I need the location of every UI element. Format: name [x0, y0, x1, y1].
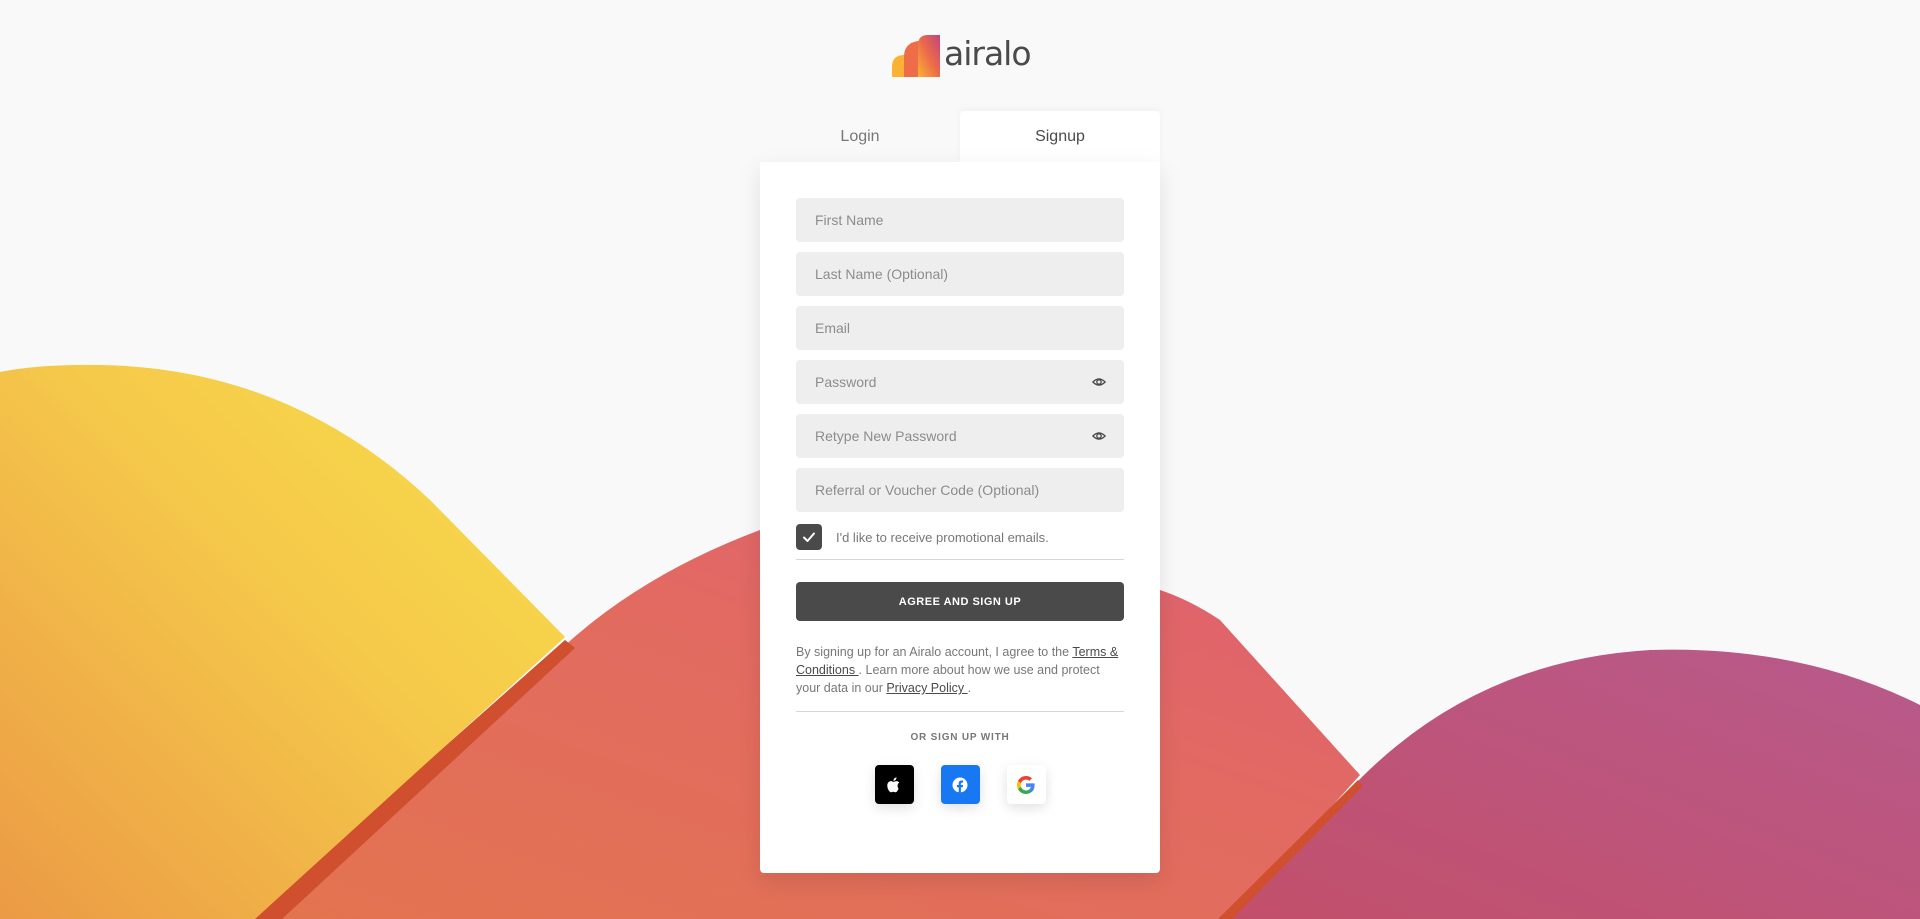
- legal-suffix: .: [967, 681, 972, 695]
- email-input[interactable]: [796, 306, 1124, 350]
- signup-card: I'd like to receive promotional emails. …: [760, 162, 1160, 873]
- tab-login[interactable]: Login: [760, 111, 960, 163]
- facebook-icon: [952, 777, 968, 793]
- social-buttons: [796, 765, 1124, 804]
- logo-wordmark: airalo: [944, 33, 1032, 73]
- apple-icon: [887, 776, 900, 792]
- email-field-wrapper: [796, 306, 1124, 350]
- social-heading: OR SIGN UP WITH: [910, 732, 1010, 743]
- first-name-field-wrapper: [796, 198, 1124, 242]
- airalo-logo-mark-icon: [892, 35, 940, 77]
- auth-tabs: Login Signup: [760, 111, 1160, 163]
- promo-email-row: I'd like to receive promotional emails.: [796, 524, 1124, 550]
- google-icon: [1017, 775, 1035, 794]
- checkmark-icon: [803, 532, 815, 542]
- referral-code-input[interactable]: [796, 468, 1124, 512]
- show-password-eye-icon[interactable]: [1092, 375, 1106, 389]
- divider: [796, 559, 1124, 560]
- show-retype-password-eye-icon[interactable]: [1092, 429, 1106, 443]
- referral-field-wrapper: [796, 468, 1124, 512]
- retype-password-input[interactable]: [796, 414, 1124, 458]
- facebook-signup-button[interactable]: [940, 765, 980, 804]
- retype-password-field-wrapper: [796, 414, 1124, 458]
- apple-signup-button[interactable]: [874, 765, 914, 804]
- promo-email-checkbox[interactable]: [796, 524, 822, 550]
- promo-email-label: I'd like to receive promotional emails.: [836, 529, 1049, 545]
- agree-and-sign-up-button[interactable]: AGREE AND SIGN UP: [796, 582, 1124, 621]
- last-name-input[interactable]: [796, 252, 1124, 296]
- privacy-policy-link[interactable]: Privacy Policy: [886, 681, 967, 695]
- google-signup-button[interactable]: [1006, 765, 1046, 804]
- first-name-input[interactable]: [796, 198, 1124, 242]
- legal-notice: By signing up for an Airalo account, I a…: [796, 643, 1126, 697]
- last-name-field-wrapper: [796, 252, 1124, 296]
- legal-prefix: By signing up for an Airalo account, I a…: [796, 645, 1073, 659]
- divider: [796, 711, 1124, 712]
- airalo-logo[interactable]: airalo: [892, 33, 1032, 78]
- password-field-wrapper: [796, 360, 1124, 404]
- tab-signup[interactable]: Signup: [960, 111, 1160, 163]
- signup-page: airalo Login Signup First Name Last Name…: [0, 0, 1920, 919]
- password-input[interactable]: [796, 360, 1124, 404]
